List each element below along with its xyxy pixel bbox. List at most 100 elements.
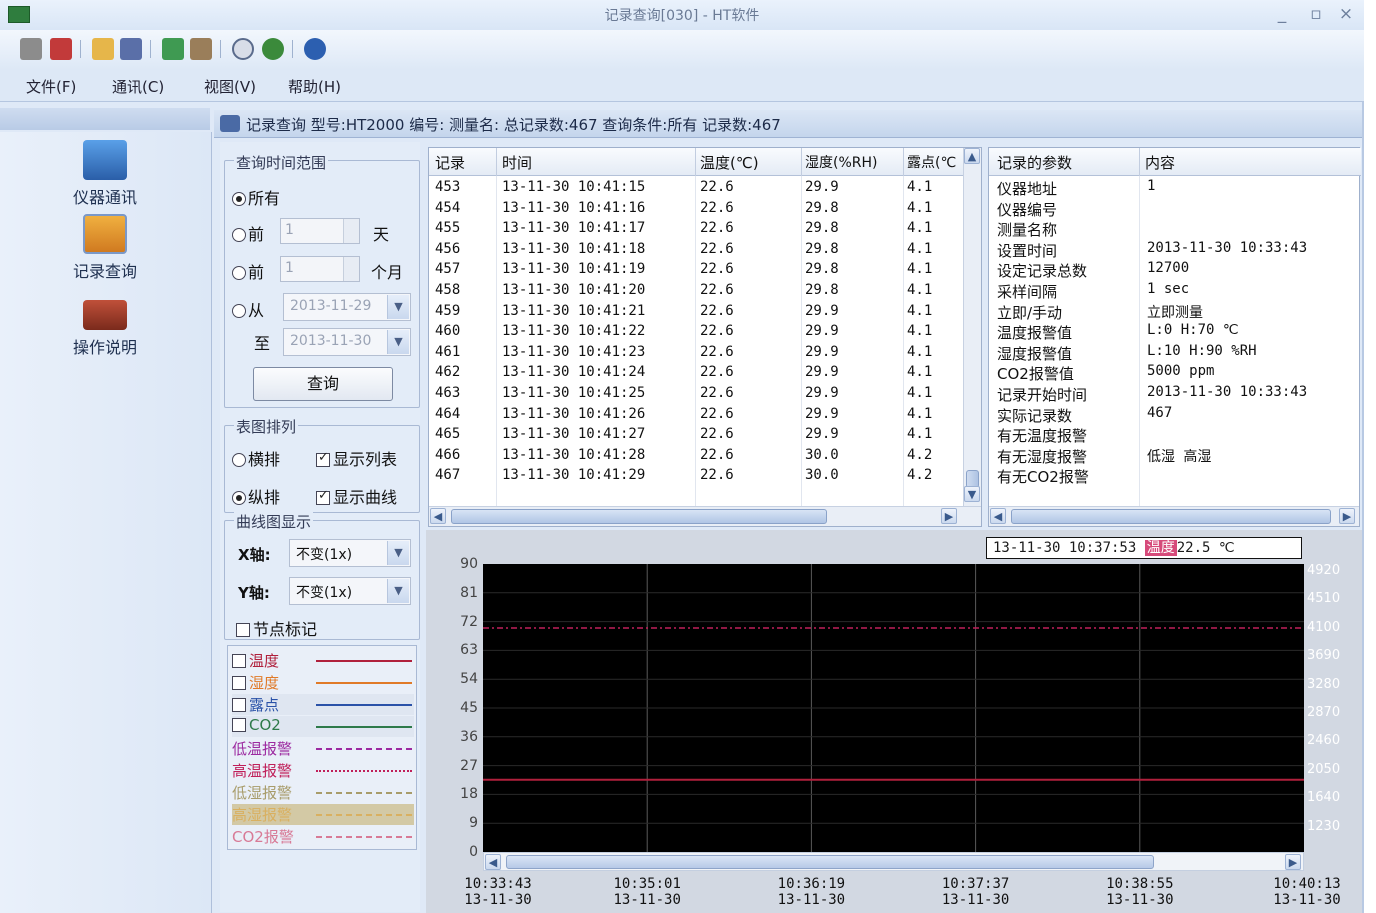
scroll-up-icon[interactable]: ▲ [964, 148, 980, 164]
radio-horizontal[interactable]: 横排 [232, 446, 280, 470]
chart-horizontal-scrollbar[interactable]: ◀ ▶ [483, 852, 1304, 871]
nav-item-manual[interactable]: 操作说明 [50, 300, 160, 358]
tools-icon[interactable] [50, 38, 72, 60]
param-row[interactable]: 设定记录总数 12700 [989, 260, 1361, 281]
scroll-right-icon[interactable]: ▶ [1285, 854, 1301, 870]
table-row[interactable]: 458 13-11-30 10:41:20 22.6 29.8 4.1 [429, 281, 964, 302]
checkbox-box[interactable] [232, 676, 246, 690]
scroll-thumb[interactable] [1011, 509, 1331, 524]
menu-help[interactable]: 帮助(H) [288, 76, 341, 97]
menu-communication[interactable]: 通讯(C) [112, 76, 164, 97]
col-header-param[interactable]: 记录的参数 [997, 152, 1072, 173]
table-row[interactable]: 457 13-11-30 10:41:19 22.6 29.8 4.1 [429, 260, 964, 281]
param-row[interactable]: 测量名称 [989, 219, 1361, 240]
table-horizontal-scrollbar[interactable]: ◀ ▶ [429, 506, 981, 526]
x-axis-scale-select[interactable]: 不变(1x) ▼ [289, 539, 411, 567]
scroll-right-icon[interactable]: ▶ [941, 508, 957, 524]
chevron-down-icon[interactable]: ▼ [387, 579, 409, 603]
params-horizontal-scrollbar[interactable]: ◀ ▶ [989, 506, 1359, 526]
menu-file[interactable]: 文件(F) [26, 76, 76, 97]
table-row[interactable]: 467 13-11-30 10:41:29 22.6 30.0 4.2 [429, 466, 964, 487]
param-row[interactable]: 实际记录数 467 [989, 405, 1361, 426]
table-row[interactable]: 454 13-11-30 10:41:16 22.6 29.8 4.1 [429, 199, 964, 220]
checkbox-box[interactable] [232, 698, 246, 712]
radio-from[interactable]: 从 [232, 297, 264, 321]
table-row[interactable]: 462 13-11-30 10:41:24 22.6 29.9 4.1 [429, 363, 964, 384]
table-row[interactable]: 465 13-11-30 10:41:27 22.6 29.9 4.1 [429, 425, 964, 446]
param-row[interactable]: 设置时间 2013-11-30 10:33:43 [989, 240, 1361, 261]
node-mark-checkbox[interactable]: 节点标记 [236, 616, 317, 640]
radio-months[interactable]: 前 [232, 259, 264, 283]
param-row[interactable]: 有无CO2报警 [989, 466, 1361, 487]
param-row[interactable]: 有无湿度报警 低湿 高湿 [989, 446, 1361, 467]
param-row[interactable]: CO2报警值 5000 ppm [989, 363, 1361, 384]
scroll-left-icon[interactable]: ◀ [430, 508, 446, 524]
param-row[interactable]: 温度报警值 L:0 H:70 ℃ [989, 322, 1361, 343]
table-row[interactable]: 456 13-11-30 10:41:18 22.6 29.8 4.1 [429, 240, 964, 261]
open-folder-icon[interactable] [92, 38, 114, 60]
save-icon[interactable] [120, 38, 142, 60]
chevron-down-icon[interactable]: ▼ [387, 541, 409, 565]
chevron-down-icon[interactable]: ▼ [387, 330, 409, 354]
scroll-left-icon[interactable]: ◀ [990, 508, 1006, 524]
col-header-humidity[interactable]: 湿度(%RH) [805, 152, 877, 172]
query-button[interactable]: 查询 [253, 367, 393, 401]
scroll-thumb[interactable] [451, 509, 827, 524]
spin-arrows[interactable] [343, 219, 359, 243]
scroll-right-icon[interactable]: ▶ [1339, 508, 1355, 524]
param-row[interactable]: 立即/手动 立即测量 [989, 302, 1361, 323]
nav-item-record-query[interactable]: 记录查询 [50, 214, 160, 282]
scroll-down-icon[interactable]: ▼ [964, 486, 980, 502]
maximize-button[interactable]: ▫ [1302, 3, 1330, 25]
to-date-picker[interactable]: 2013-11-30 ▼ [283, 328, 411, 356]
legend-item[interactable]: 温度 [232, 650, 414, 671]
param-row[interactable]: 有无温度报警 [989, 425, 1361, 446]
months-stepper[interactable]: 1 个月 [280, 256, 403, 282]
param-row[interactable]: 记录开始时间 2013-11-30 10:33:43 [989, 384, 1361, 405]
scroll-thumb[interactable] [506, 855, 1154, 869]
clock-icon[interactable] [232, 38, 254, 60]
legend-item[interactable]: 露点 [232, 694, 414, 715]
help-icon[interactable] [304, 38, 326, 60]
legend-item[interactable]: 湿度 [232, 672, 414, 693]
col-header-temperature[interactable]: 温度(℃) [700, 152, 759, 173]
table-row[interactable]: 455 13-11-30 10:41:17 22.6 29.8 4.1 [429, 219, 964, 240]
checkbox-box[interactable] [232, 654, 246, 668]
col-header-record[interactable]: 记录 [435, 152, 465, 173]
menu-view[interactable]: 视图(V) [204, 76, 256, 97]
table-row[interactable]: 463 13-11-30 10:41:25 22.6 29.9 4.1 [429, 384, 964, 405]
spin-arrows[interactable] [343, 257, 359, 281]
legend-item[interactable]: CO2 [232, 716, 414, 737]
close-button[interactable]: × [1332, 3, 1360, 25]
export-icon[interactable] [162, 38, 184, 60]
y-axis-scale-select[interactable]: 不变(1x) ▼ [289, 577, 411, 605]
radio-vertical[interactable]: 纵排 [232, 484, 280, 508]
col-header-dewpoint[interactable]: 露点(℃ [907, 152, 956, 172]
col-header-time[interactable]: 时间 [502, 152, 532, 173]
show-curve-checkbox[interactable]: 显示曲线 [316, 484, 397, 508]
nav-item-communication[interactable]: 仪器通讯 [50, 140, 160, 208]
table-row[interactable]: 460 13-11-30 10:41:22 22.6 29.9 4.1 [429, 322, 964, 343]
param-row[interactable]: 湿度报警值 L:10 H:90 %RH [989, 343, 1361, 364]
show-list-checkbox[interactable]: 显示列表 [316, 446, 397, 470]
param-row[interactable]: 仪器地址 1 [989, 178, 1361, 199]
radio-days[interactable]: 前 [232, 221, 264, 245]
scroll-left-icon[interactable]: ◀ [485, 854, 501, 870]
table-row[interactable]: 466 13-11-30 10:41:28 22.6 30.0 4.2 [429, 446, 964, 467]
checkbox-box[interactable] [232, 718, 246, 732]
refresh-icon[interactable] [262, 38, 284, 60]
col-header-content[interactable]: 内容 [1145, 152, 1175, 173]
minimize-button[interactable]: _ [1268, 3, 1296, 25]
chevron-down-icon[interactable]: ▼ [387, 295, 409, 319]
line-chart[interactable] [483, 564, 1304, 852]
print-icon[interactable] [190, 38, 212, 60]
grid-icon[interactable] [20, 38, 42, 60]
days-stepper[interactable]: 1天 [280, 218, 389, 244]
from-date-picker[interactable]: 2013-11-29 ▼ [283, 293, 411, 321]
table-row[interactable]: 453 13-11-30 10:41:15 22.6 29.9 4.1 [429, 178, 964, 199]
param-row[interactable]: 仪器编号 [989, 199, 1361, 220]
table-vertical-scrollbar[interactable]: ▲ ▼ [963, 148, 981, 506]
table-row[interactable]: 461 13-11-30 10:41:23 22.6 29.9 4.1 [429, 343, 964, 364]
radio-all[interactable]: 所有 [232, 185, 280, 209]
param-row[interactable]: 采样间隔 1 sec [989, 281, 1361, 302]
